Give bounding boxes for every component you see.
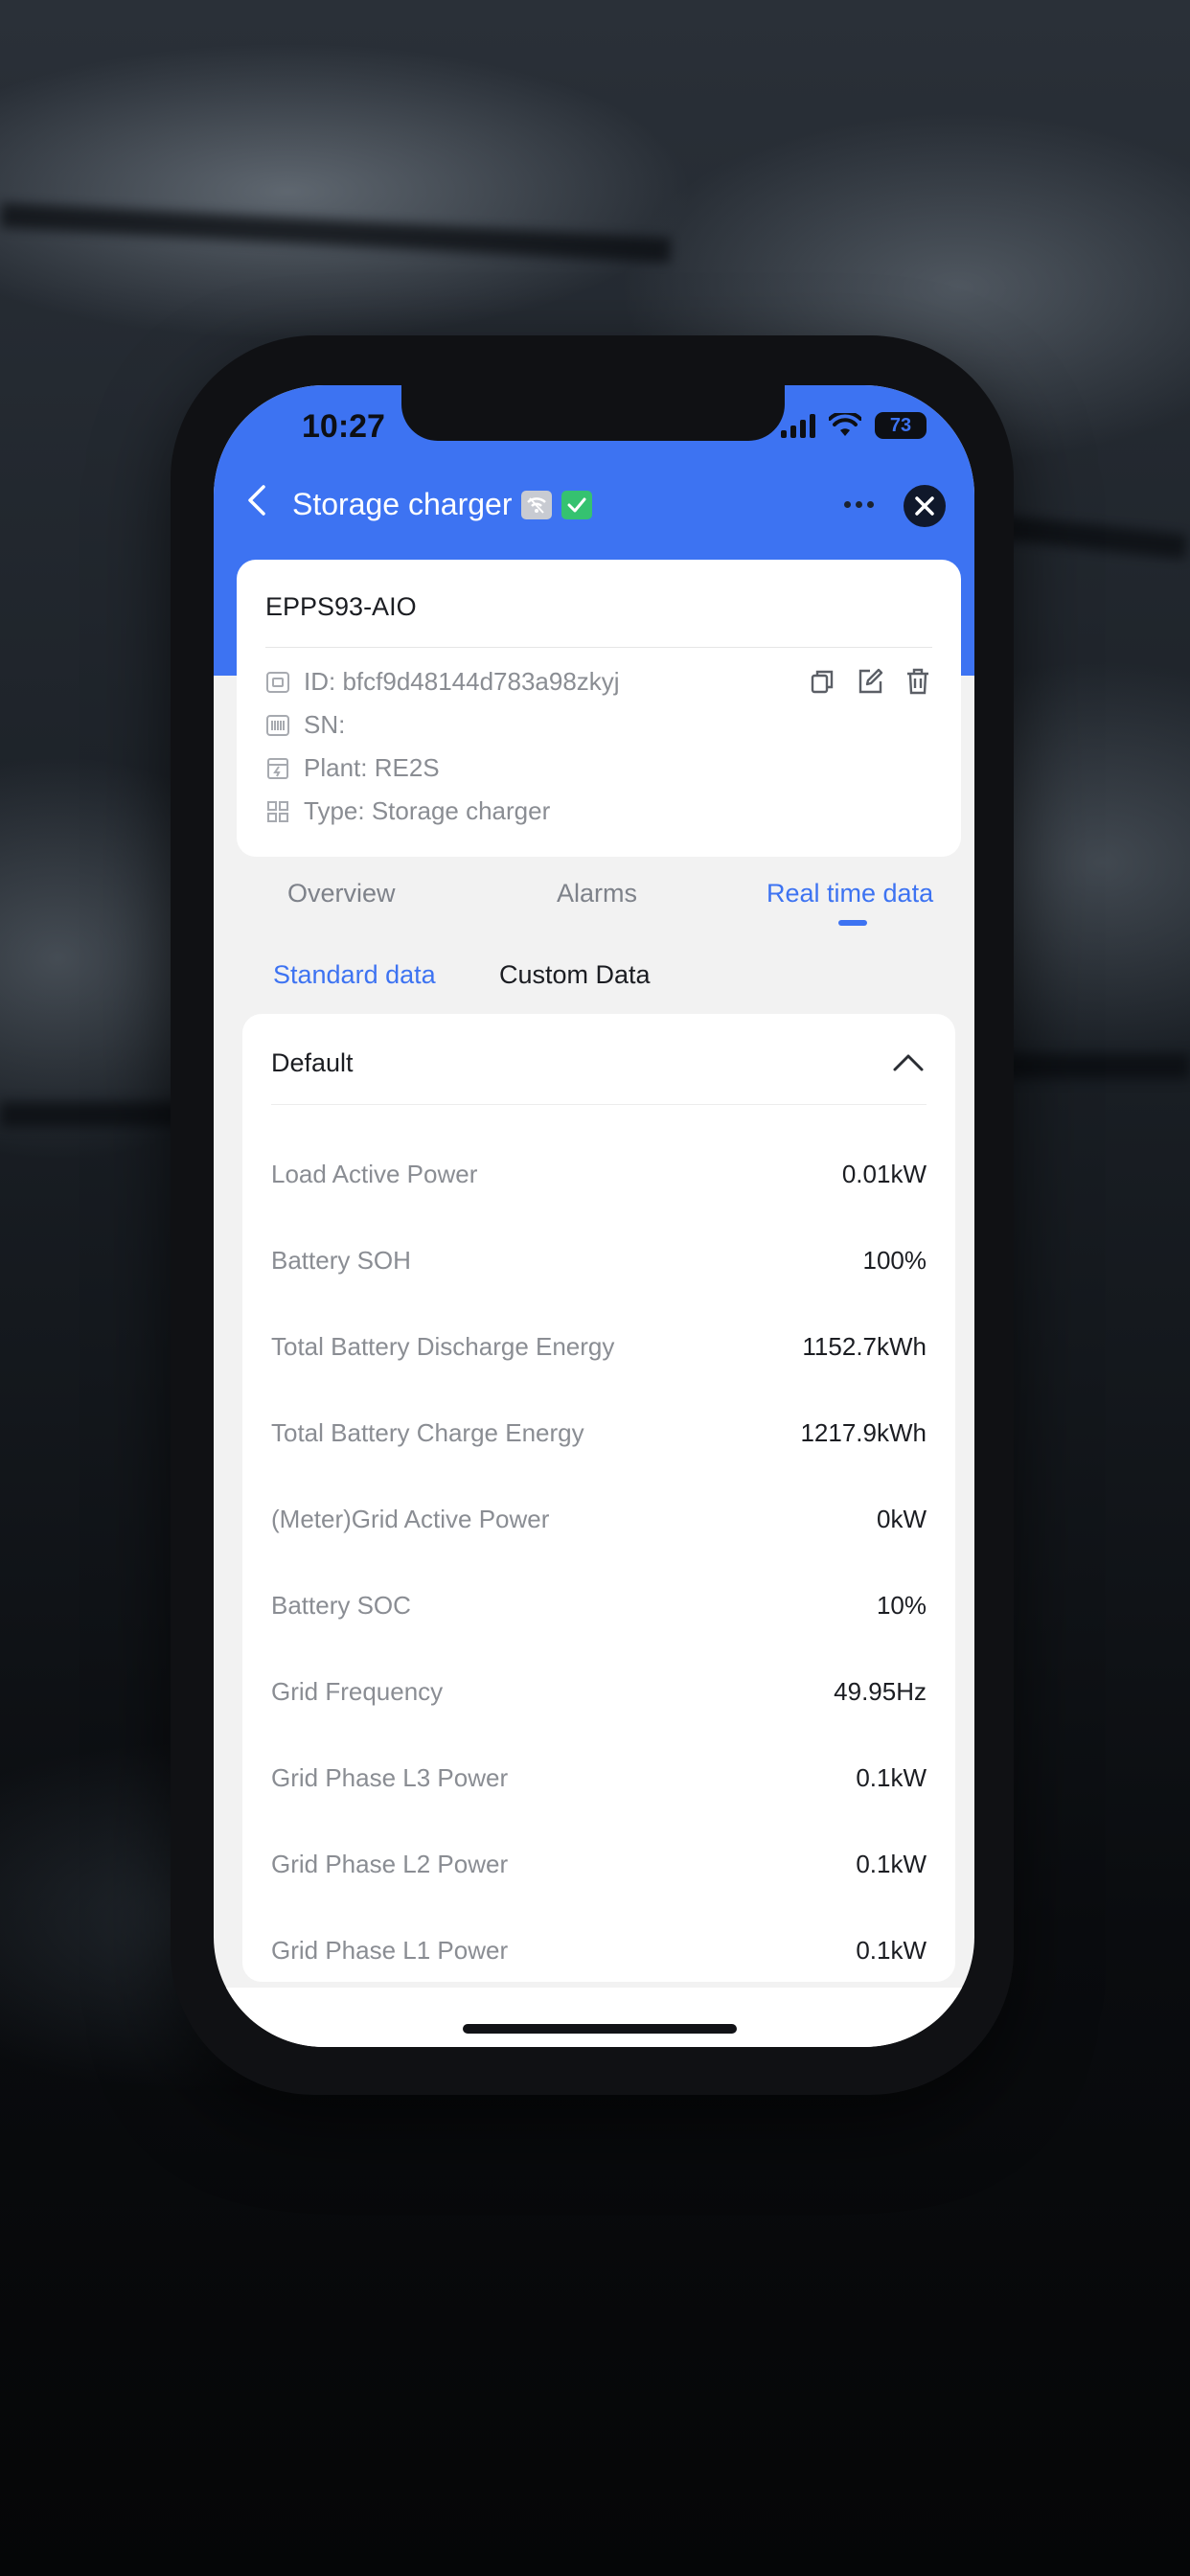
device-sn: SN: xyxy=(304,710,346,739)
data-value: 0.01kW xyxy=(841,1159,927,1188)
data-label: Battery SOC xyxy=(271,1590,411,1620)
data-label: Grid Phase L3 Power xyxy=(271,1762,509,1792)
data-row: Battery SOH 100% xyxy=(271,1217,927,1303)
subtab-custom-data[interactable]: Custom Data xyxy=(499,960,651,990)
delete-icon[interactable] xyxy=(904,667,932,696)
data-label: Total Battery Discharge Energy xyxy=(271,1331,615,1361)
home-indicator[interactable] xyxy=(463,2024,737,2034)
data-row: Total Battery Charge Energy 1217.9kWh xyxy=(271,1390,927,1476)
cellular-signal-icon xyxy=(781,413,815,438)
subtab-standard-data[interactable]: Standard data xyxy=(273,960,436,990)
edit-icon[interactable] xyxy=(856,667,884,696)
data-row: (Meter)Grid Active Power 0kW xyxy=(271,1476,927,1562)
data-value: 0kW xyxy=(877,1504,927,1533)
data-value: 1152.7kWh xyxy=(802,1331,927,1361)
divider xyxy=(265,647,932,648)
data-row: Total Battery Discharge Energy 1152.7kWh xyxy=(271,1303,927,1390)
device-name: EPPS93-AIO xyxy=(265,592,417,621)
wifi-off-icon xyxy=(521,490,553,519)
check-icon xyxy=(561,490,593,519)
section-title: Default xyxy=(271,1048,354,1077)
tab-active-indicator xyxy=(838,920,867,926)
data-value: 0.1kW xyxy=(856,1762,927,1792)
status-time: 10:27 xyxy=(302,408,385,445)
data-section-card: Default Load Active Power 0.01kW Battery … xyxy=(242,1014,955,1982)
more-options-icon[interactable] xyxy=(833,485,884,523)
data-value: 100% xyxy=(862,1245,927,1275)
data-label: (Meter)Grid Active Power xyxy=(271,1504,550,1533)
data-label: Total Battery Charge Energy xyxy=(271,1417,584,1447)
data-row: Grid Frequency 49.95Hz xyxy=(271,1648,927,1735)
data-value: 10% xyxy=(876,1590,927,1620)
tab-alarms[interactable]: Alarms xyxy=(557,879,637,908)
data-row: Battery SOC 10% xyxy=(271,1562,927,1648)
plant-icon xyxy=(267,757,288,779)
device-type-row: Type: Storage charger xyxy=(265,796,550,826)
page-title-text: Storage charger xyxy=(292,487,513,521)
barcode-icon xyxy=(266,714,289,736)
data-row: Grid Phase L3 Power 0.1kW xyxy=(271,1735,927,1821)
data-value: 49.95Hz xyxy=(834,1676,927,1706)
phone-screen: 10:27 73 Storage charger EPPS93-AIO ID: … xyxy=(214,385,974,2047)
device-sn-row: SN: xyxy=(265,710,345,740)
device-plant-row: Plant: RE2S xyxy=(265,753,440,783)
device-id: ID: bfcf9d48144d783a98zkyj xyxy=(304,667,620,696)
data-label: Grid Phase L1 Power xyxy=(271,1935,509,1965)
page-title: Storage charger xyxy=(292,487,593,522)
divider xyxy=(271,1104,927,1105)
device-id-row: ID: bfcf9d48144d783a98zkyj xyxy=(265,667,620,697)
device-plant: Plant: RE2S xyxy=(304,753,440,782)
tab-bar: Overview Alarms Real time data xyxy=(214,879,974,936)
tab-overview[interactable]: Overview xyxy=(287,879,396,908)
id-card-icon xyxy=(266,671,289,693)
chevron-up-icon[interactable] xyxy=(892,1048,925,1077)
copy-icon[interactable] xyxy=(808,667,836,696)
wifi-icon xyxy=(829,413,861,436)
data-label: Load Active Power xyxy=(271,1159,478,1188)
data-label: Grid Phase L2 Power xyxy=(271,1849,509,1878)
data-label: Grid Frequency xyxy=(271,1676,444,1706)
close-icon[interactable] xyxy=(904,485,946,527)
phone-notch xyxy=(401,385,785,441)
data-row: Load Active Power 0.01kW xyxy=(271,1131,927,1217)
grid-icon xyxy=(267,800,288,822)
data-value: 0.1kW xyxy=(856,1935,927,1965)
tab-real-time-data[interactable]: Real time data xyxy=(767,879,933,908)
device-type: Type: Storage charger xyxy=(304,796,551,825)
data-value: 1217.9kWh xyxy=(800,1417,927,1447)
data-row: Grid Phase L1 Power 0.1kW xyxy=(271,1907,927,1982)
device-actions xyxy=(808,667,932,696)
data-value: 0.1kW xyxy=(856,1849,927,1878)
status-indicators: 73 xyxy=(781,412,927,439)
data-rows: Load Active Power 0.01kW Battery SOH 100% … xyxy=(271,1131,927,1982)
data-label: Battery SOH xyxy=(271,1245,411,1275)
data-row: Grid Phase L2 Power 0.1kW xyxy=(271,1821,927,1907)
battery-icon: 73 xyxy=(875,412,927,439)
device-info-card: EPPS93-AIO ID: bfcf9d48144d783a98zkyj SN… xyxy=(237,560,961,857)
bottom-safe-area xyxy=(214,1988,974,2047)
back-arrow-icon[interactable] xyxy=(239,481,277,519)
